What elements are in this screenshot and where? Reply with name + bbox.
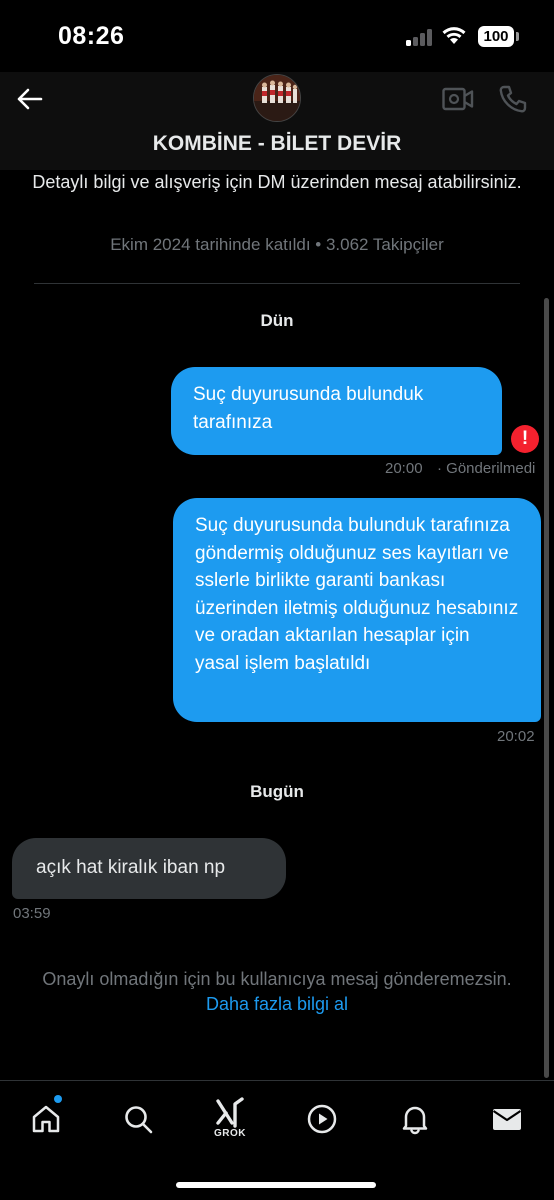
battery-tip bbox=[516, 32, 519, 41]
date-separator: Bugün bbox=[250, 782, 304, 801]
nav-notifications[interactable] bbox=[395, 1099, 435, 1139]
notice-text: Onaylı olmadığın için bu kullanıcıya mes… bbox=[42, 969, 512, 989]
error-icon[interactable]: ! bbox=[511, 425, 539, 453]
divider bbox=[34, 283, 520, 284]
home-icon bbox=[32, 1105, 60, 1133]
message-time: 20:00 bbox=[385, 460, 423, 477]
play-icon bbox=[307, 1104, 337, 1134]
nav-video[interactable] bbox=[302, 1099, 342, 1139]
status-time: 08:26 bbox=[58, 22, 125, 50]
nav-home[interactable] bbox=[26, 1099, 66, 1139]
message-bubble-outgoing[interactable]: Suç duyurusunda bulunduk tarafınıza gönd… bbox=[173, 498, 541, 722]
unread-indicator-dot bbox=[54, 1095, 62, 1103]
scrollbar[interactable] bbox=[544, 298, 549, 1078]
avatar[interactable] bbox=[253, 74, 301, 122]
conversation-title: KOMBİNE - BİLET DEVİR bbox=[152, 132, 402, 155]
home-indicator[interactable] bbox=[176, 1182, 376, 1188]
phone-call-icon[interactable] bbox=[498, 84, 528, 114]
nav-messages[interactable] bbox=[487, 1099, 527, 1139]
message-status-not-sent: · Gönderilmedi bbox=[437, 460, 536, 477]
video-call-icon[interactable] bbox=[442, 86, 474, 112]
date-separator: Dün bbox=[260, 311, 294, 330]
learn-more-link[interactable]: Daha fazla bilgi al bbox=[206, 994, 348, 1014]
nav-search[interactable] bbox=[118, 1099, 158, 1139]
message-time: 03:59 bbox=[13, 905, 51, 922]
message-time: 20:02 bbox=[497, 728, 535, 745]
message-bubble-incoming[interactable]: açık hat kiralık iban np bbox=[12, 838, 286, 899]
envelope-icon bbox=[492, 1109, 522, 1130]
status-bar: 08:26 100 bbox=[0, 0, 554, 72]
grok-label: GROK bbox=[214, 1128, 246, 1139]
cannot-message-notice: Onaylı olmadığın için bu kullanıcıya mes… bbox=[40, 967, 514, 1017]
profile-bio: Detaylı bilgi ve alışveriş için DM üzeri… bbox=[32, 172, 522, 192]
grok-icon bbox=[216, 1097, 244, 1128]
cellular-signal-icon bbox=[406, 28, 434, 46]
nav-grok[interactable] bbox=[210, 1093, 250, 1133]
search-icon bbox=[125, 1106, 153, 1134]
profile-joined-info: Ekim 2024 tarihinde katıldı • 3.062 Taki… bbox=[110, 235, 444, 254]
back-arrow-icon[interactable] bbox=[14, 84, 44, 114]
wifi-icon bbox=[442, 27, 466, 44]
battery-indicator: 100 bbox=[478, 26, 514, 47]
conversation-header: KOMBİNE - BİLET DEVİR bbox=[0, 72, 554, 170]
bell-icon bbox=[402, 1106, 428, 1135]
message-bubble-outgoing[interactable]: Suç duyurusunda bulunduk tarafınıza bbox=[171, 367, 502, 455]
